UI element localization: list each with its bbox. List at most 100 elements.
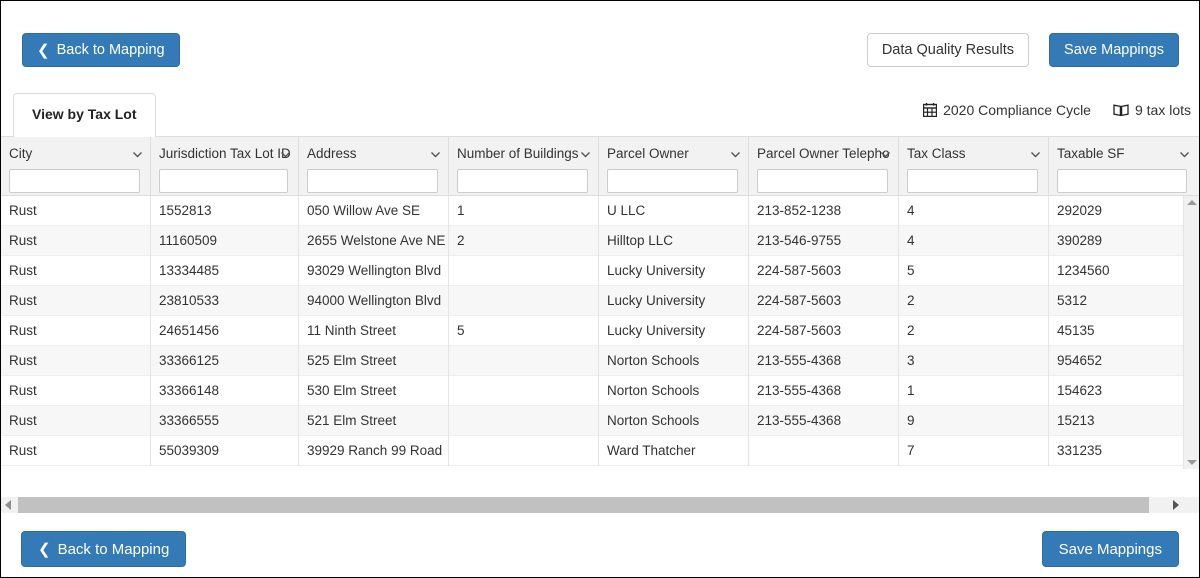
grid-cell-nbld bbox=[449, 286, 599, 316]
grid-header-cell-tel[interactable]: Parcel Owner Telephone bbox=[749, 137, 899, 196]
grid-cell-sf: 292029 bbox=[1057, 203, 1103, 218]
grid-cell-address: 530 Elm Street bbox=[299, 376, 449, 406]
table-row[interactable]: Rust 33366125 525 Elm Street Norton Schools… bbox=[1, 346, 1199, 376]
bottom-toolbar: ❮ Back to Mapping Save Mappings bbox=[1, 513, 1199, 577]
app-page: ❮ Back to Mapping Data Quality Results S… bbox=[0, 0, 1200, 578]
grid-horizontal-scrollbar[interactable] bbox=[1, 497, 1199, 513]
grid-cell-tel bbox=[749, 436, 899, 466]
back-to-mapping-label-bottom: Back to Mapping bbox=[57, 540, 170, 558]
grid-cell-city: Rust bbox=[1, 226, 151, 256]
grid-cell-address: 521 Elm Street bbox=[299, 406, 449, 436]
grid-cell-tel: 213-546-9755 bbox=[749, 226, 899, 256]
compliance-cycle-label: 2020 Compliance Cycle bbox=[943, 102, 1091, 118]
grid-cell-nbld: 5 bbox=[449, 316, 599, 346]
grid-cell-owner: Norton Schools bbox=[599, 406, 749, 436]
grid-cell-tel: 213-555-4368 bbox=[749, 346, 899, 376]
grid-cell-nbld bbox=[449, 406, 599, 436]
grid-cell-taxclass: 5 bbox=[899, 256, 1049, 286]
grid-cell-jtlid: 33366555 bbox=[151, 406, 299, 436]
grid-cell-city: Rust bbox=[1, 436, 151, 466]
grid-cell-sf: 1234560 bbox=[1057, 263, 1110, 278]
tax-lot-count-label: 9 tax lots bbox=[1134, 102, 1191, 118]
data-quality-results-button[interactable]: Data Quality Results bbox=[866, 33, 1029, 67]
grid-filter-input-city[interactable] bbox=[9, 169, 140, 193]
grid-cell-owner: Norton Schools bbox=[599, 346, 749, 376]
table-row[interactable]: Rust 1552813 050 Willow Ave SE 1 U LLC 213-85… bbox=[1, 196, 1199, 226]
grid-cell-sf: 45135 bbox=[1057, 323, 1095, 338]
table-row[interactable]: Rust 33366555 521 Elm Street Norton Schools… bbox=[1, 406, 1199, 436]
calendar-icon bbox=[923, 103, 938, 117]
grid-cell-taxclass: 7 bbox=[899, 436, 1049, 466]
grid-cell-jtlid: 24651456 bbox=[151, 316, 299, 346]
grid-cell-address: 050 Willow Ave SE bbox=[299, 196, 449, 226]
grid-cell-owner: Norton Schools bbox=[599, 376, 749, 406]
grid-cell-city: Rust bbox=[1, 376, 151, 406]
grid-cell-sf: 154623 bbox=[1057, 383, 1103, 398]
grid-header-cell-address[interactable]: Address bbox=[299, 137, 449, 196]
grid-cell-owner: Lucky University bbox=[599, 316, 749, 346]
top-toolbar: ❮ Back to Mapping Data Quality Results S… bbox=[1, 1, 1199, 87]
grid-filter-input-tel[interactable] bbox=[757, 169, 888, 193]
grid-vertical-scrollbar[interactable] bbox=[1183, 196, 1199, 469]
grid-filter-input-owner[interactable] bbox=[607, 169, 738, 193]
grid-cell-nbld: 2 bbox=[449, 226, 599, 256]
grid-header-cell-taxclass[interactable]: Tax Class bbox=[899, 137, 1049, 196]
tab-view-by-tax-lot[interactable]: View by Tax Lot bbox=[13, 93, 156, 138]
grid-header-cell-jtlid[interactable]: Jurisdiction Tax Lot ID bbox=[151, 137, 299, 196]
grid-header-label-sf: Taxable SF bbox=[1057, 146, 1125, 161]
scroll-down-arrow-icon[interactable] bbox=[1187, 460, 1197, 465]
grid-cell-address: 94000 Wellington Blvd bbox=[299, 286, 449, 316]
grid-cell-nbld bbox=[449, 376, 599, 406]
grid-cell-city: Rust bbox=[1, 286, 151, 316]
grid-cell-taxclass: 3 bbox=[899, 346, 1049, 376]
table-row[interactable]: Rust 55039309 39929 Ranch 99 Road Ward That… bbox=[1, 436, 1199, 466]
grid-cell-owner: U LLC bbox=[599, 196, 749, 226]
tax-lot-grid: City Jurisdiction Tax Lot ID Address Number… bbox=[1, 137, 1199, 469]
table-row[interactable]: Rust 24651456 11 Ninth Street 5 Lucky Univer… bbox=[1, 316, 1199, 346]
grid-cell-address: 2655 Welstone Ave NE bbox=[299, 226, 449, 256]
grid-header-label-jtlid: Jurisdiction Tax Lot ID bbox=[159, 146, 290, 161]
grid-filter-input-address[interactable] bbox=[307, 169, 438, 193]
table-row[interactable]: Rust 11160509 2655 Welstone Ave NE 2 Hilltop… bbox=[1, 226, 1199, 256]
table-row[interactable]: Rust 23810533 94000 Wellington Blvd Lucky U… bbox=[1, 286, 1199, 316]
tab-view-by-tax-lot-label: View by Tax Lot bbox=[32, 106, 137, 122]
scroll-up-arrow-icon[interactable] bbox=[1187, 200, 1197, 205]
horizontal-scroll-thumb[interactable] bbox=[18, 497, 1149, 513]
save-mappings-label-bottom: Save Mappings bbox=[1058, 540, 1162, 558]
grid-filter-input-taxclass[interactable] bbox=[907, 169, 1038, 193]
grid-cell-owner: Ward Thatcher bbox=[599, 436, 749, 466]
back-to-mapping-button-bottom[interactable]: ❮ Back to Mapping bbox=[21, 531, 187, 567]
grid-header-label-tel: Parcel Owner Telephone bbox=[757, 146, 890, 161]
grid-cell-tel: 213-852-1238 bbox=[749, 196, 899, 226]
grid-header-label-nbld: Number of Buildings bbox=[457, 146, 579, 161]
grid-cell-jtlid: 33366148 bbox=[151, 376, 299, 406]
grid-header-cell-city[interactable]: City bbox=[1, 137, 151, 196]
grid-header-cell-nbld[interactable]: Number of Buildings bbox=[449, 137, 599, 196]
chevron-left-icon: ❮ bbox=[38, 540, 51, 558]
grid-cell-sf: 331235 bbox=[1057, 443, 1103, 458]
grid-header-cell-owner[interactable]: Parcel Owner bbox=[599, 137, 749, 196]
grid-filter-input-jtlid[interactable] bbox=[159, 169, 288, 193]
back-to-mapping-button-top[interactable]: ❮ Back to Mapping bbox=[22, 33, 180, 67]
grid-cell-owner: Hilltop LLC bbox=[599, 226, 749, 256]
save-mappings-button-bottom[interactable]: Save Mappings bbox=[1041, 531, 1179, 567]
scroll-right-arrow-icon[interactable] bbox=[1173, 500, 1179, 510]
grid-cell-nbld bbox=[449, 346, 599, 376]
grid-cell-city: Rust bbox=[1, 256, 151, 286]
save-mappings-button-top[interactable]: Save Mappings bbox=[1049, 33, 1179, 67]
grid-filter-input-nbld[interactable] bbox=[457, 169, 588, 193]
grid-cell-owner: Lucky University bbox=[599, 256, 749, 286]
grid-header-cell-sf[interactable]: Taxable SF bbox=[1049, 137, 1197, 196]
grid-body: Rust 1552813 050 Willow Ave SE 1 U LLC 213-85… bbox=[1, 196, 1199, 469]
table-row[interactable]: Rust 33366148 530 Elm Street Norton Schools… bbox=[1, 376, 1199, 406]
grid-cell-jtlid: 33366125 bbox=[151, 346, 299, 376]
grid-cell-owner: Lucky University bbox=[599, 286, 749, 316]
map-book-icon bbox=[1113, 103, 1129, 117]
grid-cell-jtlid: 11160509 bbox=[151, 226, 299, 256]
table-row[interactable]: Rust 13334485 93029 Wellington Blvd Lucky U… bbox=[1, 256, 1199, 286]
grid-filter-input-sf[interactable] bbox=[1057, 169, 1187, 193]
scroll-left-arrow-icon[interactable] bbox=[5, 500, 11, 510]
compliance-cycle-indicator: 2020 Compliance Cycle bbox=[923, 102, 1091, 118]
grid-cell-sf: 5312 bbox=[1057, 293, 1088, 308]
grid-cell-tel: 224-587-5603 bbox=[749, 256, 899, 286]
